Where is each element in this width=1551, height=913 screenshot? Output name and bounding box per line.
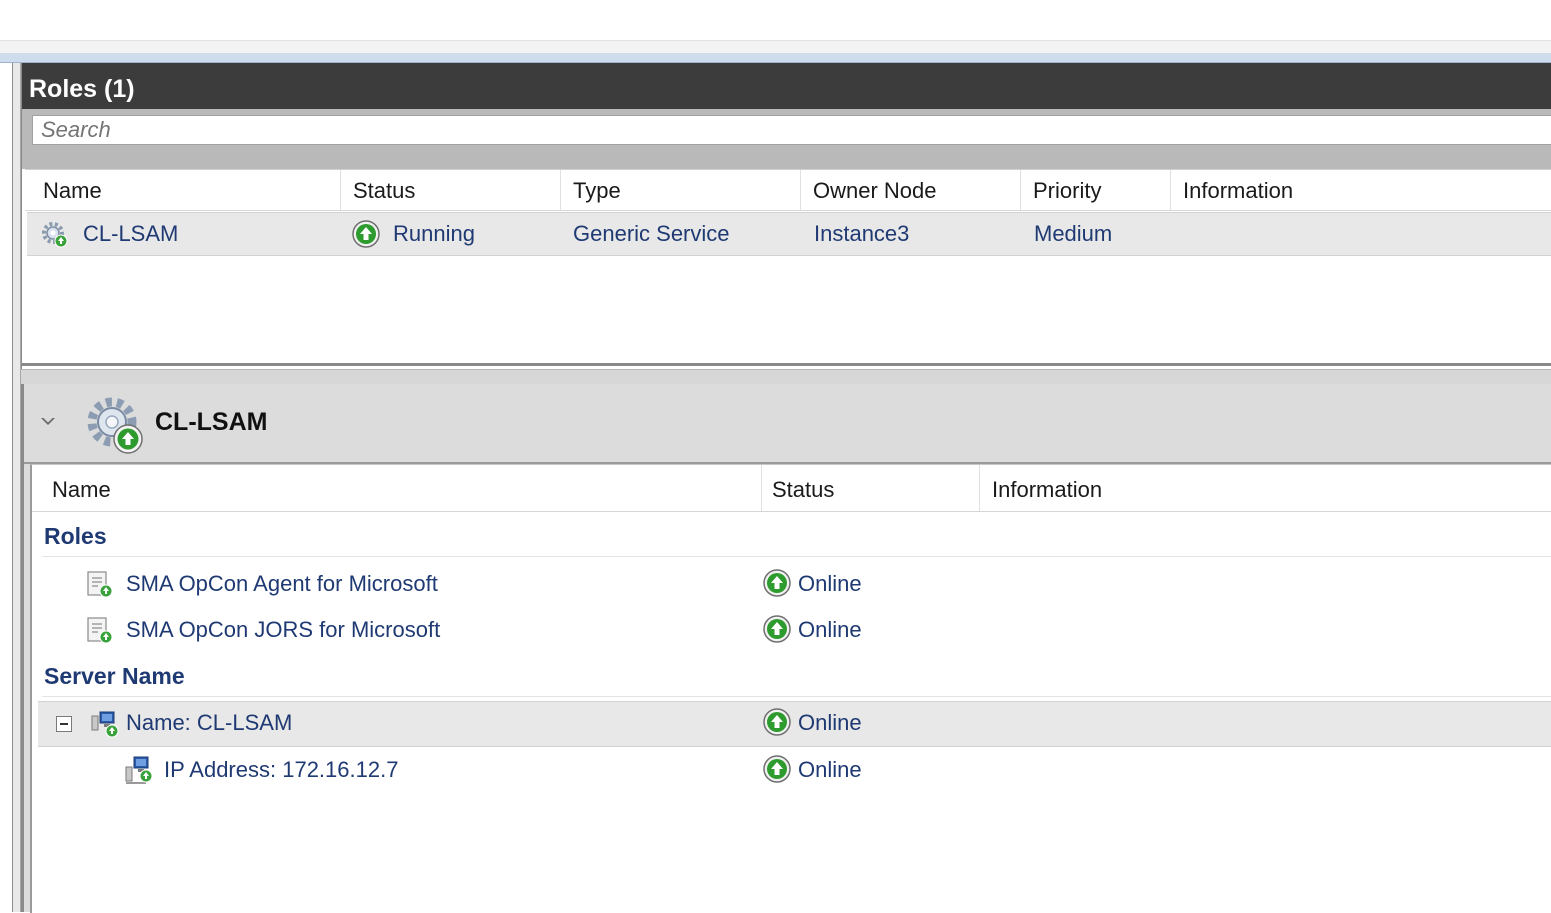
- detail-pane: CL-LSAM Name Status Information Roles SM…: [21, 384, 1551, 913]
- group-divider: [42, 556, 1551, 557]
- list-item[interactable]: SMA OpCon JORS for Microsoft Online: [32, 607, 1551, 653]
- search-input[interactable]: [32, 115, 1551, 145]
- horizontal-splitter[interactable]: [21, 369, 1551, 385]
- gear-role-icon: [42, 222, 68, 248]
- status-text: Online: [798, 617, 862, 642]
- status-text: Online: [798, 571, 862, 596]
- list-item[interactable]: IP Address: 172.16.12.7 Online: [32, 747, 1551, 793]
- resources-grid-header: Name Status Information: [32, 465, 1551, 512]
- role-owner-node: Instance3: [814, 221, 910, 246]
- resource-status: Online: [762, 607, 862, 653]
- resource-status: Online: [762, 561, 862, 607]
- group-label-roles: Roles: [44, 523, 107, 549]
- roles-pane-border: [22, 363, 1551, 366]
- roles-grid-header: Name Status Type Owner Node Priority Inf…: [25, 170, 1551, 211]
- service-icon: [87, 571, 113, 598]
- table-row[interactable]: CL-LSAM Running Generic Service Instance…: [27, 212, 1551, 256]
- status-text: Online: [798, 710, 862, 735]
- pane-separator: [0, 53, 1551, 63]
- column-header-information[interactable]: Information: [980, 465, 1551, 511]
- up-arrow-icon: [763, 569, 791, 597]
- top-divider: [0, 40, 1551, 53]
- detail-header: CL-LSAM: [24, 384, 1551, 464]
- network-name-icon: [91, 711, 119, 738]
- up-arrow-icon: [763, 755, 791, 783]
- roles-pane: Roles (1) Name Status Type Owner Node Pr…: [21, 63, 1551, 369]
- resource-name: SMA OpCon Agent for Microsoft: [126, 571, 438, 596]
- resource-name: Name: CL-LSAM: [126, 710, 293, 735]
- column-header-priority[interactable]: Priority: [1021, 170, 1171, 210]
- resource-status: Online: [762, 702, 862, 748]
- navigation-pane: [0, 63, 13, 912]
- collapse-toggle-icon[interactable]: [56, 716, 72, 732]
- column-header-owner-node[interactable]: Owner Node: [801, 170, 1021, 210]
- top-area: [0, 0, 1551, 40]
- detail-title: CL-LSAM: [155, 408, 268, 436]
- column-header-status[interactable]: Status: [760, 465, 980, 511]
- roles-header: Roles (1): [22, 63, 1551, 109]
- roles-title: Roles (1): [29, 75, 135, 103]
- column-header-name[interactable]: Name: [40, 465, 762, 511]
- column-header-status[interactable]: Status: [341, 170, 561, 210]
- column-header-type[interactable]: Type: [561, 170, 801, 210]
- chevron-down-icon[interactable]: [36, 410, 60, 434]
- resource-name: SMA OpCon JORS for Microsoft: [126, 617, 441, 642]
- up-arrow-icon: [352, 220, 380, 248]
- column-header-name[interactable]: Name: [31, 170, 341, 210]
- column-header-information[interactable]: Information: [1171, 170, 1551, 210]
- role-type: Generic Service: [573, 221, 730, 246]
- role-name: CL-LSAM: [83, 221, 179, 246]
- role-status: Running: [393, 221, 475, 246]
- list-item[interactable]: SMA OpCon Agent for Microsoft Online: [32, 561, 1551, 607]
- role-priority: Medium: [1034, 221, 1113, 246]
- up-arrow-icon: [763, 615, 791, 643]
- resource-name: IP Address: 172.16.12.7: [164, 757, 399, 782]
- service-icon: [87, 617, 113, 644]
- up-arrow-icon: [763, 708, 791, 736]
- list-item[interactable]: Name: CL-LSAM Online: [38, 701, 1551, 747]
- search-bar: [22, 109, 1551, 169]
- status-text: Online: [798, 757, 862, 782]
- resource-status: Online: [762, 747, 862, 793]
- resources-grid: Name Status Information Roles SMA OpCon …: [30, 464, 1551, 913]
- roles-grid: Name Status Type Owner Node Priority Inf…: [25, 169, 1551, 365]
- ip-address-icon: [125, 756, 153, 784]
- group-divider: [42, 696, 1551, 697]
- group-label-server-name: Server Name: [44, 663, 185, 689]
- left-splitter[interactable]: [13, 63, 21, 912]
- gear-role-icon: [87, 397, 143, 454]
